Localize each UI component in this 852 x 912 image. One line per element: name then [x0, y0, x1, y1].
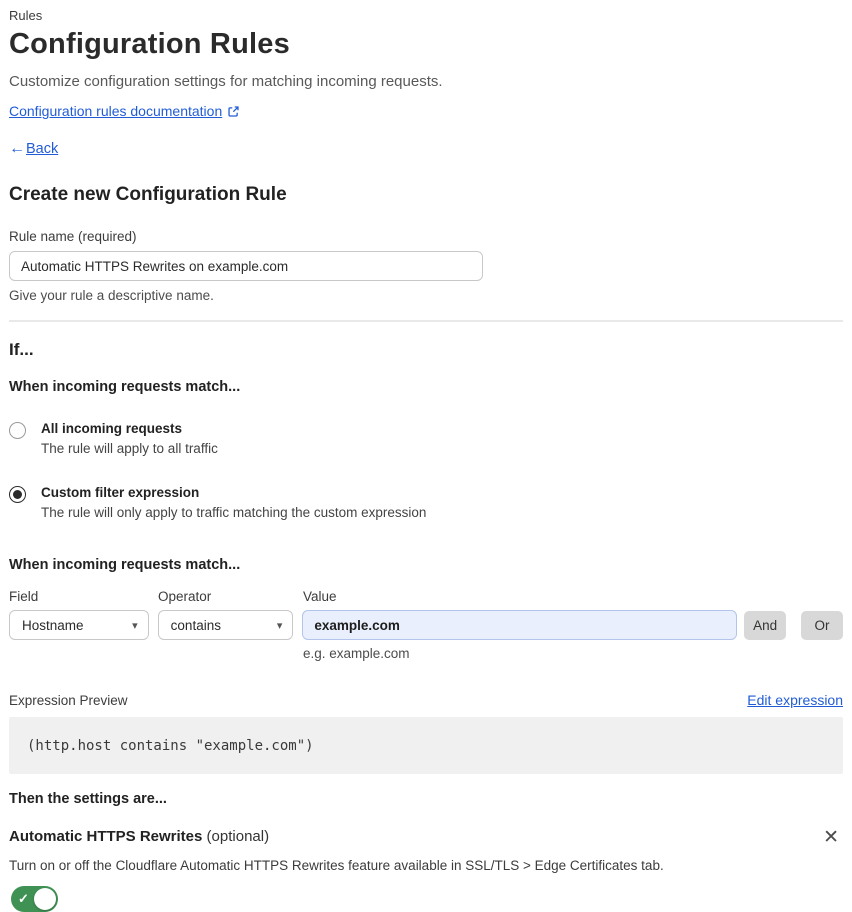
page-title: Configuration Rules	[9, 28, 290, 60]
edit-expression-link[interactable]: Edit expression	[747, 692, 843, 708]
configuration-rules-page: Rules Configuration Rules Customize conf…	[0, 0, 852, 912]
radio-label: Custom filter expression	[41, 485, 200, 500]
setting-title: Automatic HTTPS Rewrites (optional)	[9, 828, 269, 845]
documentation-link[interactable]: Configuration rules documentation	[9, 103, 222, 119]
match-heading-1: When incoming requests match...	[9, 379, 241, 395]
value-example-text: e.g. example.com	[303, 646, 410, 661]
setting-description: Turn on or off the Cloudflare Automatic …	[9, 858, 664, 873]
expression-preview-header: Expression Preview Edit expression	[9, 692, 843, 708]
setting-title-name: Automatic HTTPS Rewrites	[9, 828, 203, 845]
operator-select[interactable]: contains ▾	[157, 610, 294, 640]
value-label: Value	[303, 589, 337, 604]
checkmark-icon: ✓	[18, 891, 29, 906]
field-select[interactable]: Hostname ▾	[9, 610, 149, 640]
radio-texts: All incoming requests The rule will appl…	[41, 421, 218, 456]
field-label: Field	[9, 589, 39, 604]
automatic-https-rewrites-toggle[interactable]: ✓	[11, 886, 58, 912]
radio-all-incoming-requests[interactable]: All incoming requests The rule will appl…	[9, 421, 843, 456]
toggle-knob	[34, 888, 56, 910]
setting-optional-suffix: (optional)	[202, 828, 270, 845]
breadcrumb: Rules	[9, 8, 43, 23]
operator-label: Operator	[158, 589, 212, 604]
close-icon[interactable]: ✕	[823, 828, 839, 847]
if-heading: If...	[9, 340, 34, 359]
builder-labels-row: Field Operator Value	[9, 589, 843, 604]
page-subtitle: Customize configuration settings for mat…	[9, 73, 443, 90]
radio-unselected-icon[interactable]	[9, 422, 26, 439]
back-link[interactable]: Back	[26, 141, 58, 157]
chevron-down-icon: ▾	[276, 619, 283, 632]
back-arrow-icon: ←	[9, 140, 25, 157]
section-divider	[9, 320, 843, 322]
radio-description: The rule will apply to all traffic	[41, 441, 218, 456]
setting-header-row: Automatic HTTPS Rewrites (optional) ✕	[9, 828, 839, 847]
then-settings-heading: Then the settings are...	[9, 791, 167, 807]
rule-name-label: Rule name (required)	[9, 229, 137, 244]
and-button[interactable]: And	[744, 610, 787, 640]
radio-label: All incoming requests	[41, 421, 183, 436]
chevron-down-icon: ▾	[132, 619, 138, 632]
radio-selected-icon[interactable]	[9, 486, 26, 503]
rule-name-help: Give your rule a descriptive name.	[9, 288, 214, 303]
back-row: ← Back	[9, 140, 843, 158]
match-heading-2: When incoming requests match...	[9, 557, 241, 573]
expression-builder-row: Hostname ▾ contains ▾ And Or	[9, 610, 843, 640]
radio-texts: Custom filter expression The rule will o…	[41, 485, 426, 520]
operator-select-value: contains	[170, 617, 221, 633]
radio-custom-filter-expression[interactable]: Custom filter expression The rule will o…	[9, 485, 843, 520]
doc-link-row: Configuration rules documentation	[9, 103, 843, 119]
or-button[interactable]: Or	[801, 610, 843, 640]
radio-description: The rule will only apply to traffic matc…	[41, 505, 427, 520]
expression-code: (http.host contains "example.com")	[27, 737, 314, 754]
create-rule-title: Create new Configuration Rule	[9, 184, 287, 205]
value-input[interactable]	[302, 610, 738, 640]
expression-preview-label: Expression Preview	[9, 693, 128, 708]
expression-preview-box: (http.host contains "example.com")	[9, 717, 843, 774]
external-link-icon	[227, 105, 240, 118]
field-select-value: Hostname	[22, 617, 84, 633]
rule-name-input[interactable]	[9, 251, 483, 281]
